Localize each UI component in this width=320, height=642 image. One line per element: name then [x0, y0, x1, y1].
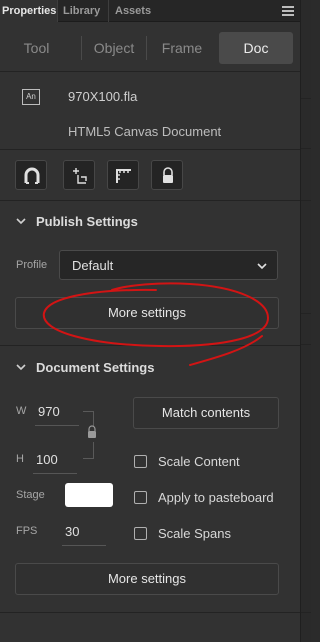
width-field[interactable]: 970: [35, 401, 79, 426]
panel-tab-bar: Properties Library Assets: [0, 0, 300, 22]
document-settings-header[interactable]: Document Settings: [0, 356, 300, 380]
snap-to-object-icon: [73, 168, 87, 184]
panel-menu-icon[interactable]: [282, 6, 294, 16]
height-label: H: [16, 453, 24, 465]
link-bracket-bottom: [83, 442, 94, 459]
chevron-down-icon: [257, 263, 267, 270]
snap-to-object-button[interactable]: [63, 160, 95, 190]
profile-label: Profile: [16, 259, 48, 271]
film-edit-icon: [116, 169, 131, 183]
document-filename: 970X100.fla: [68, 89, 138, 104]
height-value: 100: [36, 452, 58, 467]
width-label: W: [16, 405, 27, 417]
properties-panel: Properties Library Assets Tool Object Fr…: [0, 0, 300, 642]
property-mode-switch: Tool Object Frame Doc: [15, 32, 293, 64]
fps-label: FPS: [16, 525, 38, 537]
document-type-label: HTML5 Canvas Document: [68, 124, 222, 139]
height-field[interactable]: 100: [33, 449, 77, 474]
lock-icon: [163, 167, 173, 183]
publish-more-settings-button[interactable]: More settings: [15, 297, 279, 329]
profile-dropdown[interactable]: Default: [59, 250, 278, 280]
chevron-down-icon: [16, 364, 26, 371]
segment-tool[interactable]: Tool: [15, 32, 58, 64]
link-lock-icon[interactable]: [86, 425, 98, 440]
fps-value: 30: [65, 524, 80, 539]
scale-content-checkbox[interactable]: [134, 455, 147, 468]
tab-assets[interactable]: Assets: [110, 0, 155, 22]
match-contents-button[interactable]: Match contents: [133, 397, 279, 429]
profile-value: Default: [72, 258, 114, 273]
scale-spans-checkbox[interactable]: [134, 527, 147, 540]
publish-settings-header[interactable]: Publish Settings: [0, 210, 300, 234]
link-bracket-top: [83, 411, 94, 426]
lock-button[interactable]: [151, 160, 183, 190]
document-settings-title: Document Settings: [36, 360, 155, 375]
document-type-icon: An: [22, 89, 40, 105]
scroll-gutter: [300, 0, 311, 642]
segment-frame[interactable]: Frame: [147, 32, 217, 64]
fps-field[interactable]: 30: [62, 521, 106, 546]
segment-doc[interactable]: Doc: [219, 32, 293, 64]
film-edit-button[interactable]: [107, 160, 139, 190]
apply-to-pasteboard-label: Apply to pasteboard: [158, 490, 274, 505]
stage-label: Stage: [16, 489, 45, 501]
document-more-settings-button[interactable]: More settings: [15, 563, 279, 595]
apply-to-pasteboard-checkbox[interactable]: [134, 491, 147, 504]
scale-content-label: Scale Content: [158, 454, 240, 469]
stage-color-swatch[interactable]: [65, 483, 113, 507]
scale-spans-label: Scale Spans: [158, 526, 231, 541]
tab-library[interactable]: Library: [58, 0, 109, 22]
magnet-icon: [24, 167, 40, 184]
width-value: 970: [38, 404, 60, 419]
publish-settings-title: Publish Settings: [36, 214, 138, 229]
magnet-button[interactable]: [15, 160, 47, 190]
tab-properties[interactable]: Properties: [0, 0, 58, 22]
chevron-down-icon: [16, 218, 26, 225]
segment-object[interactable]: Object: [82, 32, 146, 64]
